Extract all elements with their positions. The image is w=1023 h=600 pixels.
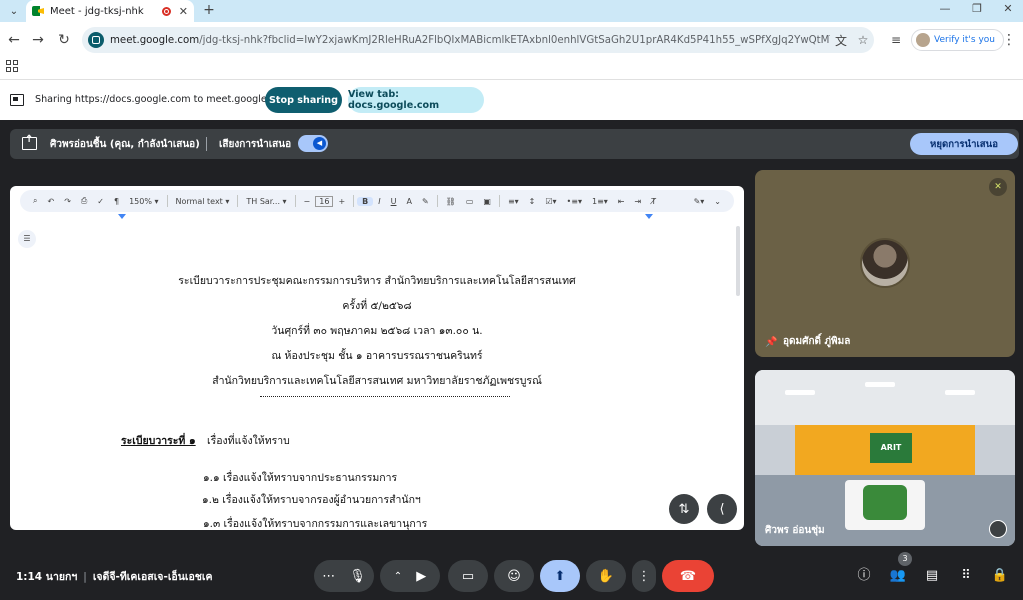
- minimize-window-icon[interactable]: —: [932, 2, 958, 15]
- screen-share-icon: [10, 94, 24, 106]
- share-icon[interactable]: ⟨: [707, 494, 737, 524]
- browser-tab-strip: ⌄ Meet - jdg-tksj-nhk ✕ + — ❐ ✕: [0, 0, 1023, 22]
- tab-close-icon[interactable]: ✕: [179, 5, 188, 18]
- meeting-code: เจดีจี-ทีเคเอสเจ-เอ็นเอชเค: [92, 571, 213, 583]
- participant-name: ศิวพร อ่อนชุ่ม: [765, 525, 825, 536]
- more-video-options-icon[interactable]: ⌃: [394, 571, 402, 582]
- profile-avatar: [916, 33, 930, 47]
- divider: [206, 137, 207, 151]
- microphone-icon[interactable]: 🎙: [349, 569, 366, 584]
- verify-profile-button[interactable]: Verify it's you: [911, 29, 1004, 51]
- captions-icon: ▭: [461, 568, 475, 584]
- sharing-text: Sharing https://docs.google.com to meet.…: [35, 94, 291, 105]
- agenda-title: เรื่องที่แจ้งให้ทราบ: [207, 435, 290, 447]
- present-icon: ⬆: [554, 568, 566, 584]
- doc-location-line: ณ ห้องประชุม ชั้น ๑ อาคารบรรณราชนครินทร์: [271, 350, 483, 362]
- recording-indicator-icon: [161, 6, 171, 16]
- url-text: meet.google.com/jdg-tksj-nhk?fbclid=IwY2…: [110, 35, 830, 46]
- meet-favicon-icon: [32, 6, 44, 16]
- presenter-bar: ศิวพรอ่อนชื้น (คุณ, กำลังนำเสนอ) เสียงกา…: [10, 129, 1019, 159]
- hang-up-icon: ☎: [679, 568, 697, 584]
- site-info-icon[interactable]: [88, 32, 104, 48]
- agenda-heading: ระเบียบวาระที่ ๑: [121, 435, 196, 447]
- captions-button[interactable]: ▭: [448, 560, 488, 592]
- tab-search-dropdown-icon[interactable]: ⌄: [4, 1, 24, 21]
- browser-tab-meet[interactable]: Meet - jdg-tksj-nhk ✕: [26, 0, 194, 22]
- new-tab-button[interactable]: +: [200, 1, 218, 19]
- participant-tile[interactable]: ✕ 📌 อุดมศักดิ์ ภู่พิมล: [755, 170, 1015, 357]
- reload-icon[interactable]: ↻: [54, 30, 74, 50]
- browser-toolbar: ← → ↻ meet.google.com/jdg-tksj-nhk?fbcli…: [0, 22, 1023, 58]
- camera-icon[interactable]: ▶: [416, 569, 426, 584]
- pin-icon[interactable]: 📌: [765, 337, 777, 348]
- leave-call-button[interactable]: ☎: [662, 560, 714, 592]
- camera-control[interactable]: ⌃ ▶: [380, 560, 440, 592]
- microphone-control[interactable]: ⋯ 🎙: [314, 560, 374, 592]
- doc-date-line: วันศุกร์ที่ ๓๐ พฤษภาคม ๒๕๖๘ เวลา ๑๓.๐๐ น…: [271, 325, 483, 337]
- translate-icon[interactable]: 文: [830, 32, 852, 49]
- view-tab-button[interactable]: View tab: docs.google.com: [348, 87, 484, 113]
- meeting-time: 1:14 นายกฯ: [16, 571, 78, 583]
- muted-mic-icon: ✕: [989, 178, 1007, 196]
- meeting-time-and-code: 1:14 นายกฯ | เจดีจี-ทีเคเอสเจ-เอ็นเอชเค: [16, 571, 213, 583]
- people-icon[interactable]: 👥: [888, 566, 908, 586]
- emoji-icon: ☺: [507, 568, 521, 584]
- participant-label: 📌 อุดมศักดิ์ ภู่พิมล: [765, 334, 850, 349]
- participant-avatar: [860, 238, 910, 288]
- url-path: /jdg-tksj-nhk?fbclid=IwY2xjawKmJ2RleHRuA…: [199, 34, 830, 46]
- apps-grid-icon[interactable]: [6, 60, 18, 72]
- presentation-audio-toggle[interactable]: ◀: [298, 135, 328, 152]
- participant-label: ศิวพร อ่อนชุ่ม: [765, 523, 825, 538]
- present-button[interactable]: ⬆: [540, 560, 580, 592]
- raise-hand-button[interactable]: ✋: [586, 560, 626, 592]
- agenda-item: ๑.๒ เรื่องแจ้งให้ทราบจากรองผู้อำนวยการสำ…: [202, 494, 421, 506]
- host-controls-icon[interactable]: 🔒: [990, 566, 1010, 586]
- stop-sharing-button[interactable]: Stop sharing: [265, 87, 342, 113]
- sharing-banner: Sharing https://docs.google.com to meet.…: [0, 80, 1023, 120]
- agenda-item: ๑.๑ เรื่องแจ้งให้ทราบจากประธานกรรมการ: [203, 472, 398, 484]
- present-screen-icon: [22, 134, 37, 150]
- stop-presenting-button[interactable]: หยุดการนำเสนอ: [910, 133, 1018, 155]
- picture-in-picture-icon[interactable]: [989, 520, 1007, 538]
- participant-name: อุดมศักดิ์ ภู่พิมล: [783, 336, 851, 347]
- close-window-icon[interactable]: ✕: [995, 2, 1021, 15]
- media-controls-icon[interactable]: ≡: [886, 30, 906, 50]
- room-sign: ARIT: [870, 433, 912, 463]
- agenda-item: ๑.๓ เรื่องแจ้งให้ทราบจากกรรมการและเลขานุ…: [203, 518, 428, 530]
- agenda-section: ระเบียบวาระที่ ๑ เรื่องที่แจ้งให้ทราบ: [121, 432, 290, 449]
- browser-menu-icon[interactable]: ⋮: [1002, 32, 1016, 48]
- volume-icon: ◀: [313, 137, 326, 150]
- people-count-badge: 3: [898, 552, 912, 566]
- more-vert-icon: ⋮: [637, 568, 651, 584]
- presentation-audio-label: เสียงการนำเสนอ: [219, 139, 292, 150]
- verify-label: Verify it's you: [934, 35, 995, 45]
- video-room-flowers: [863, 485, 907, 520]
- tab-title: Meet - jdg-tksj-nhk: [50, 5, 144, 17]
- address-bar[interactable]: meet.google.com/jdg-tksj-nhk?fbclid=IwY2…: [82, 27, 874, 53]
- swap-layout-icon[interactable]: ⇅: [669, 494, 699, 524]
- doc-meeting-number: ครั้งที่ ๕/๒๕๖๘: [342, 300, 412, 312]
- participant-tile[interactable]: ARIT ศิวพร อ่อนชุ่ม: [755, 370, 1015, 546]
- presenter-name: ศิวพรอ่อนชื้น (คุณ, กำลังนำเสนอ): [50, 139, 200, 150]
- shared-document: ⌕ ↶ ↷ ⎙ ✓ ¶ 150% ▾ Normal text ▾ TH Sar.…: [10, 186, 744, 530]
- doc-title-line: ระเบียบวาระการประชุมคณะกรรมการบริหาร สำน…: [178, 275, 576, 287]
- document-body: ระเบียบวาระการประชุมคณะกรรมการบริหาร สำน…: [10, 186, 744, 530]
- restore-window-icon[interactable]: ❐: [964, 2, 990, 15]
- forward-arrow-icon[interactable]: →: [28, 30, 48, 50]
- more-options-button[interactable]: ⋮: [632, 560, 656, 592]
- video-room-ceiling: [755, 370, 1015, 425]
- more-audio-options-icon[interactable]: ⋯: [322, 569, 335, 584]
- chat-icon[interactable]: ▤: [922, 566, 942, 586]
- hand-icon: ✋: [597, 568, 615, 584]
- dotted-separator: [260, 396, 510, 397]
- url-host: meet.google.com: [110, 34, 200, 46]
- activities-icon[interactable]: ⠿: [956, 566, 976, 586]
- bookmark-star-icon[interactable]: ☆: [852, 33, 874, 47]
- bookmarks-bar: [0, 58, 1023, 80]
- doc-organization-line: สำนักวิทยบริการและเทคโนโลยีสารสนเทศ มหาว…: [212, 375, 542, 387]
- back-arrow-icon[interactable]: ←: [4, 30, 24, 50]
- emoji-button[interactable]: ☺: [494, 560, 534, 592]
- meeting-info-icon[interactable]: ⓘ: [854, 566, 874, 586]
